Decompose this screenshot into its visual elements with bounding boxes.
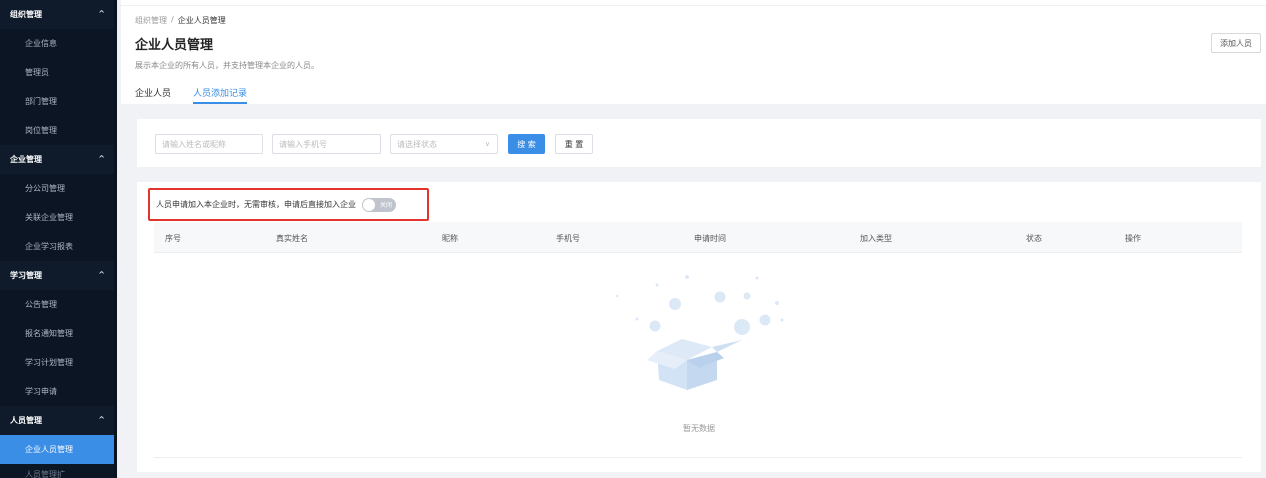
chevron-down-icon: ∨ [484, 140, 490, 148]
sidebar-item-learning-report[interactable]: 企业学习报表 [0, 232, 117, 261]
sidebar-item-company-staff[interactable]: 企业人员管理 [0, 435, 117, 464]
column-header-real-name: 真实姓名 [276, 234, 308, 243]
sidebar-item-label: 企业人员管理 [25, 445, 73, 454]
sidebar-item-branches[interactable]: 分公司管理 [0, 174, 117, 203]
tab-add-records[interactable]: 人员添加记录 [193, 86, 248, 104]
sidebar-item-label: 人员管理扩 [25, 469, 65, 478]
toggle-label: 关闭 [379, 202, 392, 209]
sidebar-item-label: 分公司管理 [25, 184, 65, 193]
empty-box-icon [615, 275, 784, 390]
sidebar-item-company-info[interactable]: 企业信息 [0, 29, 117, 58]
breadcrumb: 组织管理 / 企业人员管理 [135, 15, 226, 26]
tab-bar: 企业人员 人员添加记录 [135, 86, 248, 104]
status-select[interactable]: 请选择状态 ∨ [390, 134, 498, 154]
status-select-placeholder: 请选择状态 [397, 139, 437, 149]
page-title: 企业人员管理 [135, 38, 214, 53]
column-header-status: 状态 [1026, 234, 1042, 243]
sidebar-item-label: 报名通知管理 [25, 329, 73, 338]
sidebar-item-announcements[interactable]: 公告管理 [0, 290, 117, 319]
page-description: 展示本企业的所有人员，并支持管理本企业的人员。 [135, 61, 319, 70]
chevron-up-icon: ^ [98, 415, 105, 424]
name-search-input[interactable]: 请输入姓名或昵称 [155, 134, 263, 154]
auto-join-notice: 人员申请加入本企业时，无需审核，申请后直接加入企业 关闭 [148, 188, 429, 221]
phone-search-input[interactable]: 请输入手机号 [272, 134, 381, 154]
tab-company-staff[interactable]: 企业人员 [135, 86, 171, 104]
sidebar-item-enroll-notice[interactable]: 报名通知管理 [0, 319, 117, 348]
sidebar: 组织管理 ^ 企业信息 管理员 部门管理 岗位管理 企业管理 ^ 分公司管理 关… [0, 0, 117, 478]
column-header-nickname: 昵称 [442, 234, 458, 243]
page-header: 组织管理 / 企业人员管理 企业人员管理 展示本企业的所有人员，并支持管理本企业… [121, 0, 1266, 104]
chevron-up-icon: ^ [98, 270, 105, 279]
breadcrumb-parent[interactable]: 组织管理 [135, 15, 167, 26]
records-table-card: 人员申请加入本企业时，无需审核，申请后直接加入企业 关闭 序号 真实姓名 昵称 … [137, 182, 1261, 472]
sidebar-item-label: 关联企业管理 [25, 213, 73, 222]
sidebar-group-label: 学习管理 [10, 271, 42, 280]
sidebar-group-label: 企业管理 [10, 155, 42, 164]
sidebar-group-label: 组织管理 [10, 10, 42, 19]
sidebar-item-label: 管理员 [25, 68, 49, 77]
column-header-join-type: 加入类型 [860, 234, 892, 243]
chevron-up-icon: ^ [98, 9, 105, 18]
sidebar-item-affiliates[interactable]: 关联企业管理 [0, 203, 117, 232]
filter-panel: 请输入姓名或昵称 请输入手机号 请选择状态 ∨ 搜 索 重 置 [137, 119, 1261, 167]
top-bar [121, 0, 1266, 6]
sidebar-item-label: 公告管理 [25, 300, 57, 309]
sidebar-group-label: 人员管理 [10, 416, 42, 425]
column-header-actions: 操作 [1125, 234, 1141, 243]
breadcrumb-separator: / [171, 15, 174, 24]
column-header-phone: 手机号 [556, 234, 580, 243]
search-button[interactable]: 搜 索 [508, 134, 545, 154]
breadcrumb-current: 企业人员管理 [177, 16, 226, 25]
sidebar-item-label: 企业学习报表 [25, 242, 73, 251]
sidebar-item-label: 学习申请 [25, 387, 57, 396]
sidebar-item-learning-plan[interactable]: 学习计划管理 [0, 348, 117, 377]
add-member-button[interactable]: 添加人员 [1211, 33, 1261, 53]
sidebar-item-label: 部门管理 [25, 97, 57, 106]
table-header: 序号 真实姓名 昵称 手机号 申请时间 加入类型 状态 操作 [154, 222, 1242, 253]
empty-text: 暂无数据 [683, 424, 715, 433]
phone-search-placeholder: 请输入手机号 [279, 139, 327, 149]
sidebar-item-label: 岗位管理 [25, 126, 57, 135]
table-footer-divider [154, 457, 1242, 458]
column-header-index: 序号 [165, 234, 181, 243]
reset-button[interactable]: 重 置 [555, 134, 593, 154]
sidebar-group-people[interactable]: 人员管理 ^ [0, 406, 117, 435]
name-search-placeholder: 请输入姓名或昵称 [162, 139, 226, 149]
chevron-up-icon: ^ [98, 154, 105, 163]
sidebar-group-company[interactable]: 企业管理 ^ [0, 145, 117, 174]
sidebar-group-org[interactable]: 组织管理 ^ [0, 0, 117, 29]
sidebar-item-positions[interactable]: 岗位管理 [0, 116, 117, 145]
toggle-knob [363, 198, 375, 211]
auto-join-toggle[interactable]: 关闭 [362, 197, 396, 212]
sidebar-item-label: 学习计划管理 [25, 358, 73, 367]
sidebar-item-staff-ext[interactable]: 人员管理扩 [0, 464, 117, 478]
sidebar-item-admin[interactable]: 管理员 [0, 58, 117, 87]
empty-state: 暂无数据 [137, 272, 1261, 442]
sidebar-item-departments[interactable]: 部门管理 [0, 87, 117, 116]
column-header-apply-time: 申请时间 [694, 234, 726, 243]
auto-join-text: 人员申请加入本企业时，无需审核，申请后直接加入企业 [156, 200, 356, 209]
sidebar-item-label: 企业信息 [25, 39, 57, 48]
sidebar-group-learning[interactable]: 学习管理 ^ [0, 261, 117, 290]
sidebar-item-learning-apply[interactable]: 学习申请 [0, 377, 117, 406]
